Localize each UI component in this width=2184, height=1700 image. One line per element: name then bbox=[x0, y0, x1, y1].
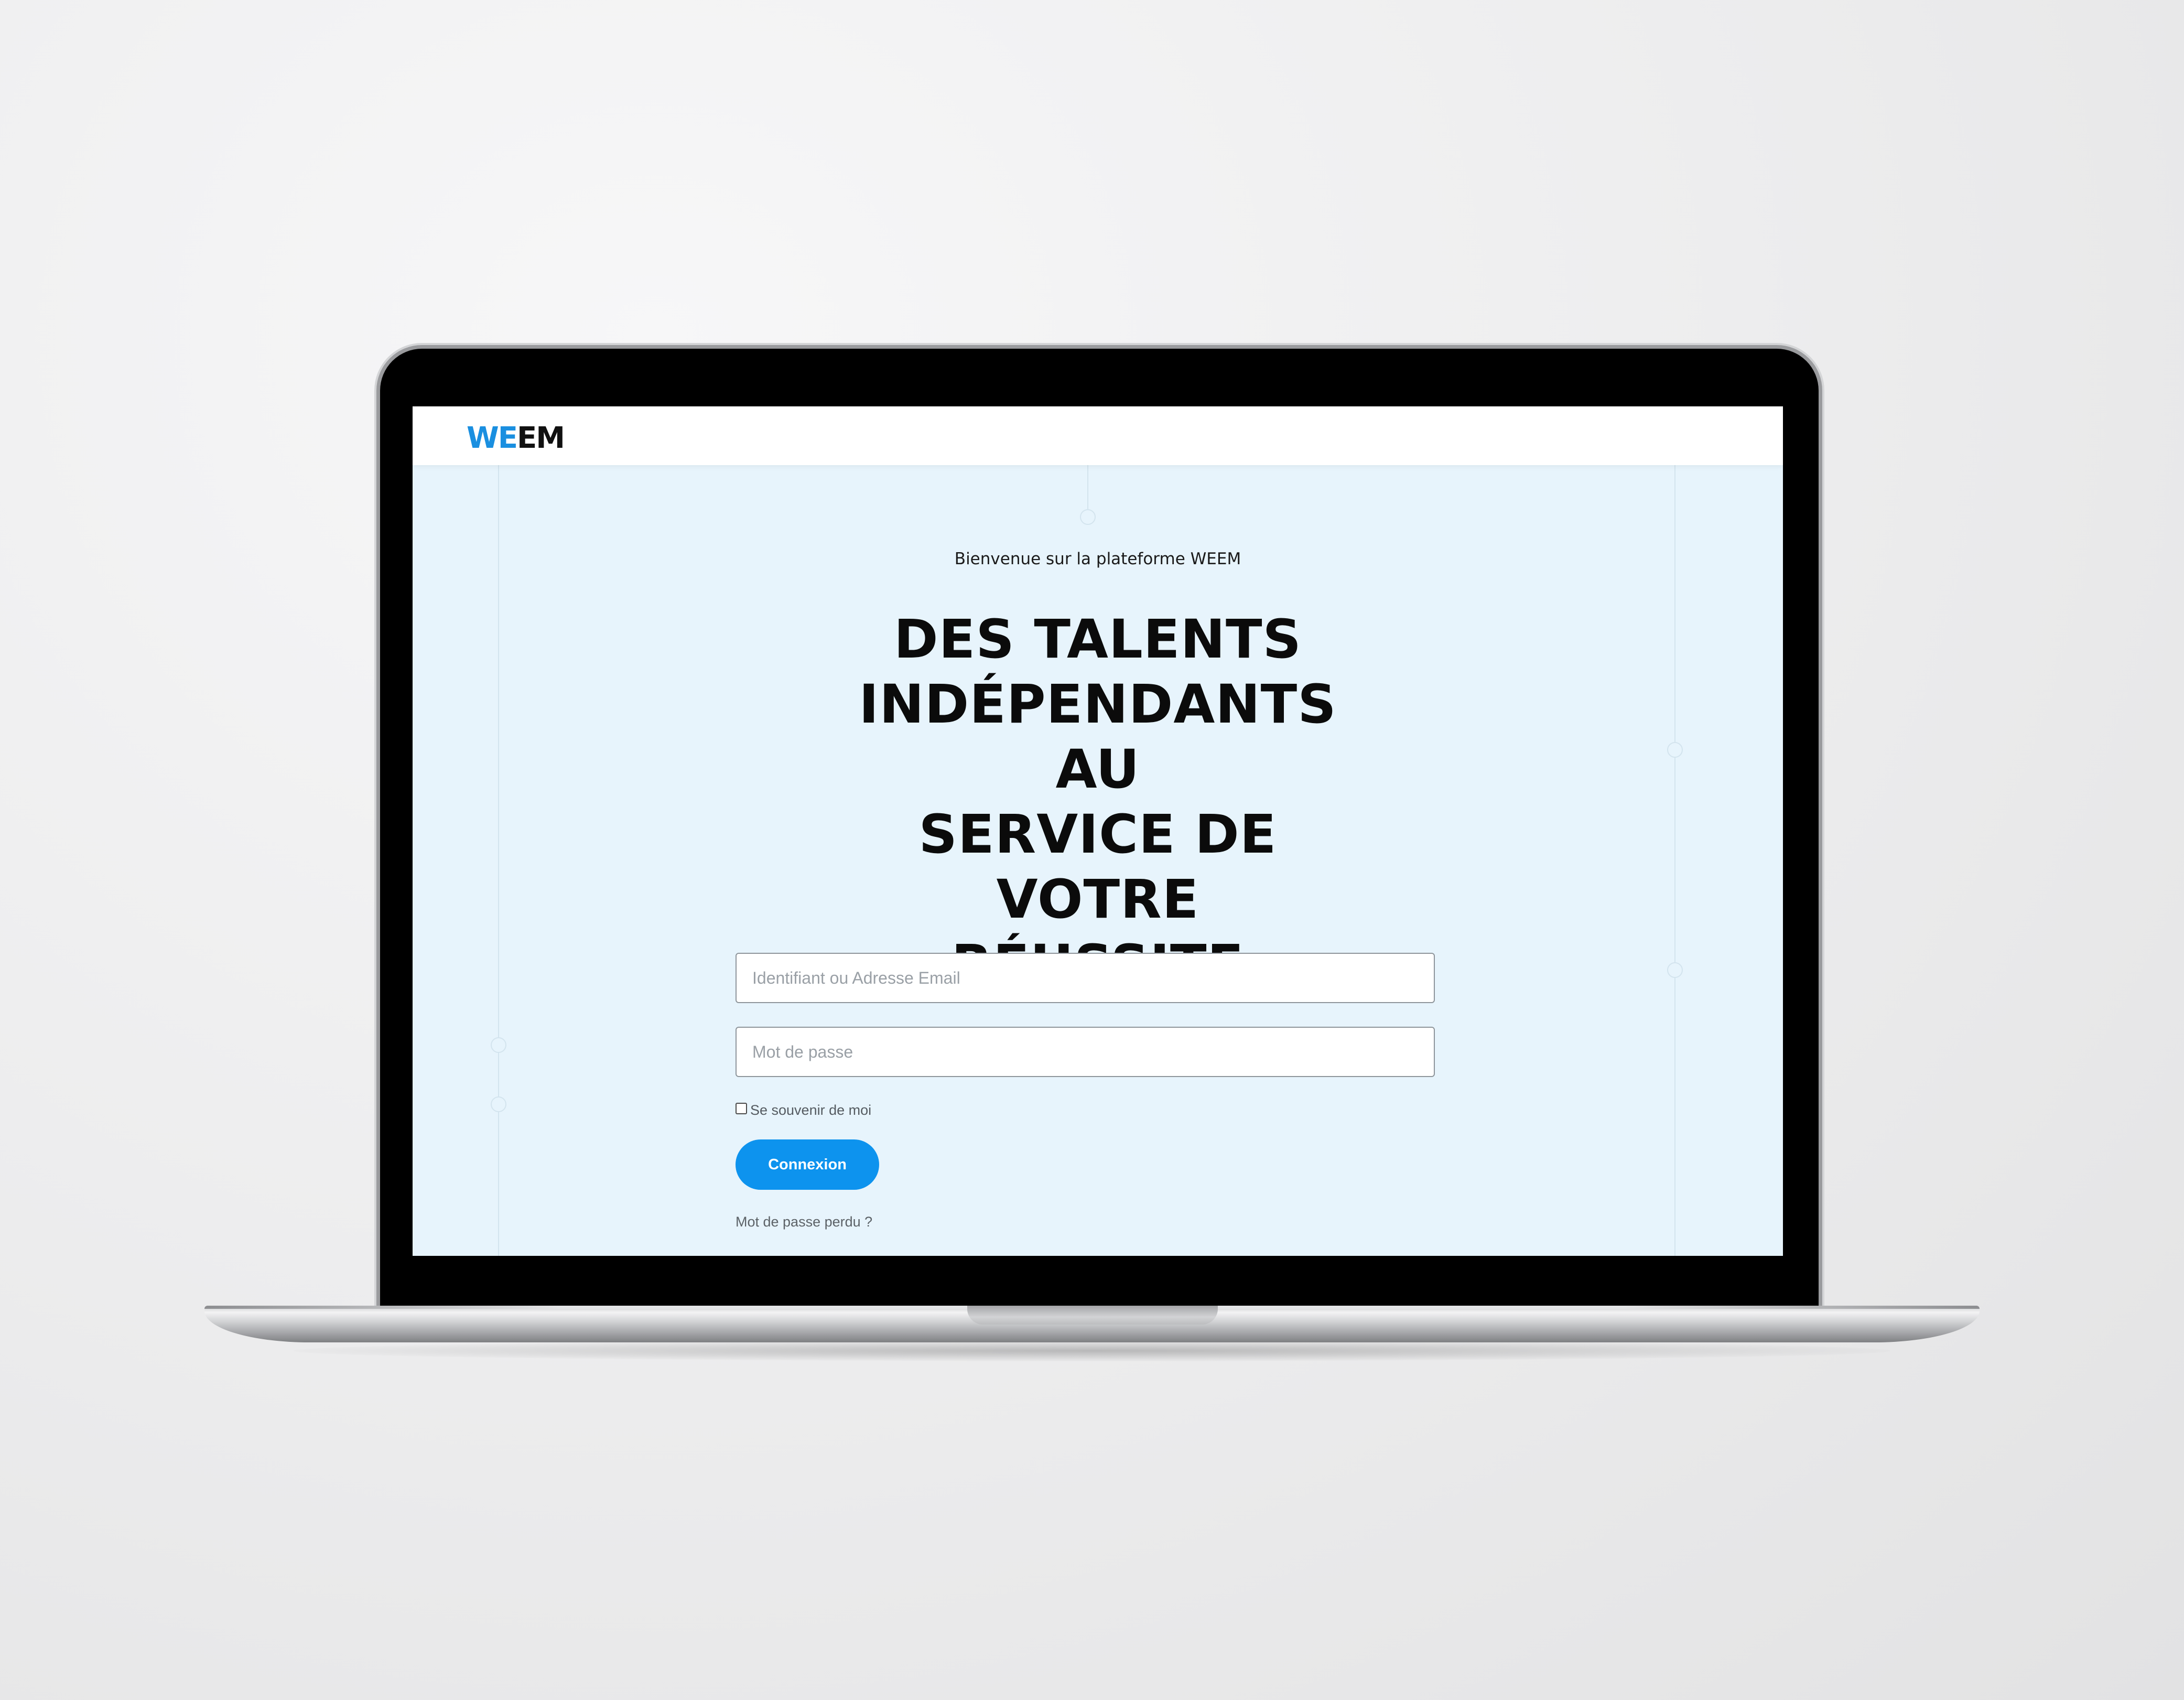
laptop-notch bbox=[967, 1306, 1218, 1325]
top-bar: WEEM bbox=[413, 406, 1783, 465]
decorative-circle bbox=[1667, 962, 1683, 978]
decorative-circle bbox=[491, 1037, 506, 1053]
decorative-circle bbox=[1667, 742, 1683, 758]
headline-line: INDÉPENDANTS AU bbox=[859, 673, 1337, 801]
page-headline: DES TALENTS INDÉPENDANTS AU SERVICE DE V… bbox=[809, 607, 1386, 997]
logo-part-em: EM bbox=[517, 421, 565, 455]
login-input[interactable] bbox=[736, 953, 1435, 1003]
headline-line: SERVICE DE VOTRE bbox=[918, 803, 1277, 931]
laptop-shadow bbox=[294, 1340, 1890, 1361]
decorative-circle bbox=[491, 1096, 506, 1112]
remember-me-checkbox[interactable] bbox=[736, 1103, 747, 1114]
browser-screen: WEEM Bienvenue sur la plateforme WEEM DE… bbox=[413, 406, 1783, 1256]
weem-logo[interactable]: WEEM bbox=[467, 421, 565, 455]
decorative-line bbox=[498, 465, 499, 1256]
decorative-line bbox=[1674, 465, 1675, 1256]
headline-line: DES TALENTS bbox=[894, 608, 1302, 671]
login-button[interactable]: Connexion bbox=[736, 1139, 879, 1190]
password-input[interactable] bbox=[736, 1027, 1435, 1077]
remember-me-label: Se souvenir de moi bbox=[750, 1102, 872, 1118]
lost-password-link[interactable]: Mot de passe perdu ? bbox=[736, 1214, 872, 1230]
logo-part-we: WE bbox=[467, 421, 518, 455]
welcome-text: Bienvenue sur la plateforme WEEM bbox=[954, 550, 1241, 568]
decorative-circle bbox=[1080, 509, 1096, 525]
remember-me[interactable]: Se souvenir de moi bbox=[736, 1101, 871, 1120]
